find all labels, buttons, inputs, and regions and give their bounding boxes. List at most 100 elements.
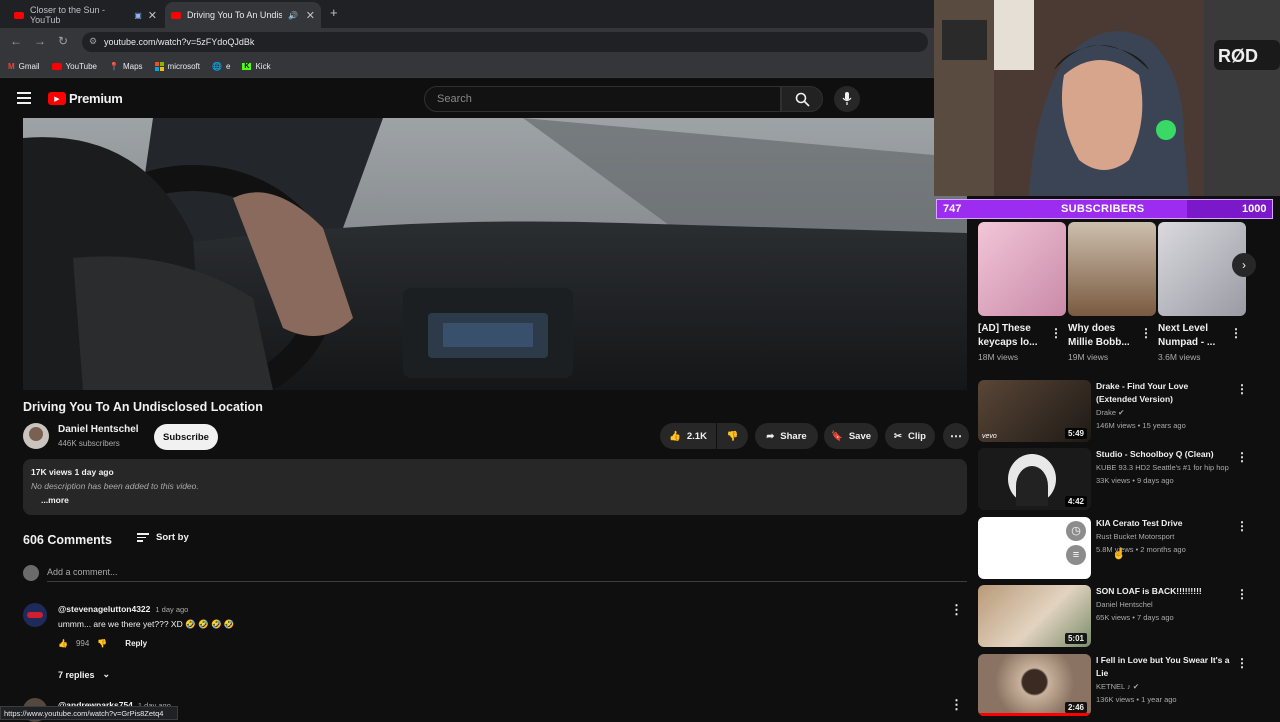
view-replies-button[interactable]: 7 replies ⌄ (58, 669, 110, 680)
video-duration: 5:49 (1064, 428, 1087, 439)
related-video[interactable]: 2:46 I Fell in Love but You Swear It's a… (978, 654, 1248, 716)
video-channel: Rust Bucket Motorsport (1096, 532, 1175, 541)
shorts-next-button[interactable]: › (1232, 253, 1256, 277)
watch-progress-bar (978, 713, 1091, 716)
comment-actions: 👍 994 👎 Reply (58, 639, 147, 648)
video-channel: KUBE 93.3 HD2 Seattle's #1 for hip hop (1096, 463, 1229, 472)
add-to-queue-icon[interactable]: ≡ (1066, 545, 1086, 565)
back-arrow-icon[interactable]: ← (10, 34, 22, 48)
bookmark-youtube[interactable]: YouTube (51, 62, 97, 71)
search-button[interactable] (781, 86, 823, 112)
bookmark-e[interactable]: 🌐 e (212, 62, 230, 71)
bookmark-gmail[interactable]: M Gmail (8, 62, 40, 71)
video-menu-icon[interactable]: ⋮ (1236, 519, 1248, 533)
youtube-play-logo-icon: ▶ (48, 92, 66, 105)
short-menu-icon[interactable]: ⋮ (1230, 326, 1242, 340)
new-tab-button[interactable]: + (330, 5, 338, 20)
related-video[interactable]: 5:01 SON LOAF is BACK!!!!!!!!! Daniel He… (978, 585, 1248, 647)
short-menu-icon[interactable]: ⋮ (1140, 326, 1152, 340)
hamburger-menu-icon[interactable] (17, 92, 31, 104)
forward-arrow-icon[interactable]: → (34, 34, 46, 48)
related-video[interactable]: vevo 5:49 Drake - Find Your Love (Extend… (978, 380, 1248, 442)
video-menu-icon[interactable]: ⋮ (1236, 382, 1248, 396)
video-player[interactable] (23, 118, 967, 390)
bookmark-kick[interactable]: K Kick (242, 62, 271, 71)
youtube-premium-logo[interactable]: ▶ Premium (48, 91, 123, 106)
tab-closer-to-the-sun[interactable]: Closer to the Sun - YouTub ▣ ✕ (8, 2, 163, 28)
video-duration: 4:42 (1064, 496, 1087, 507)
video-menu-icon[interactable]: ⋮ (1236, 587, 1248, 601)
comment-author[interactable]: @stevenagelutton4322 (58, 604, 150, 614)
bookmark-microsoft[interactable]: microsoft (154, 62, 200, 71)
bookmark-maps[interactable]: 📍 Maps (109, 62, 143, 71)
comment-dislike-icon[interactable]: 👎 (97, 639, 107, 648)
video-title: SON LOAF is BACK!!!!!!!!! (1096, 586, 1202, 596)
clip-button[interactable]: ✂ Clip (885, 423, 935, 449)
microsoft-logo-icon (154, 62, 164, 71)
video-info: I Fell in Love but You Swear It's a Lie … (1096, 654, 1231, 706)
close-tab-icon[interactable]: ✕ (148, 9, 157, 22)
tab-label: Driving You To An Undiscl (187, 10, 282, 20)
commenter-avatar[interactable] (23, 603, 47, 627)
tab-driving-you[interactable]: Driving You To An Undiscl 🔊 ✕ (165, 2, 321, 28)
video-meta: 65K views • 7 days ago (1096, 613, 1174, 622)
sort-comments-button[interactable]: Sort by (137, 532, 189, 543)
short-thumbnail (1068, 222, 1156, 316)
video-channel: KETNEL ♪ ✔ (1096, 682, 1140, 691)
show-more-link[interactable]: ...more (41, 495, 959, 505)
add-comment-input[interactable]: Add a comment... (47, 567, 967, 582)
short-title: Next Level Numpad - ... (1158, 323, 1216, 348)
maps-pin-icon: 📍 (109, 62, 119, 71)
watch-later-icon[interactable]: ◷ (1066, 521, 1086, 541)
search-input[interactable]: Search (424, 86, 781, 112)
audio-playing-icon: 🔊 (288, 10, 298, 20)
more-actions-button[interactable]: ⋯ (943, 423, 969, 449)
like-count: 2.1K (686, 430, 707, 442)
comment-time[interactable]: 1 day ago (155, 605, 188, 614)
save-button[interactable]: 🔖 Save (824, 423, 878, 449)
close-tab-icon[interactable]: ✕ (306, 9, 315, 22)
dislike-button[interactable]: 👎 (717, 423, 748, 449)
thumbs-up-icon: 👍 (669, 430, 681, 442)
reply-button[interactable]: Reply (125, 639, 147, 648)
vevo-watermark: vevo (982, 433, 997, 440)
channel-avatar[interactable] (23, 423, 49, 449)
channel-name[interactable]: Daniel Hentschel (58, 424, 139, 435)
video-title: Drake - Find Your Love (Extended Version… (1096, 381, 1189, 404)
subscriber-goal-label: SUBSCRIBERS (1061, 203, 1145, 215)
share-button[interactable]: ➦ Share (755, 423, 818, 449)
short-card[interactable]: Why does Millie Bobb... 19M views ⋮ (1068, 222, 1156, 362)
short-views: 18M views (978, 352, 1019, 362)
voice-search-button[interactable] (834, 86, 860, 112)
share-arrow-icon: ➦ (766, 430, 775, 442)
link-status-bar: https://www.youtube.com/watch?v=GrPis8Ze… (0, 706, 178, 720)
album-art-figure (1016, 466, 1048, 506)
description-box[interactable]: 17K views 1 day ago No description has b… (23, 459, 967, 515)
comment-like-icon[interactable]: 👍 (58, 639, 68, 648)
short-card[interactable]: Next Level Numpad - ... 3.6M views ⋮ (1158, 222, 1246, 362)
youtube-favicon-icon (171, 11, 181, 19)
url-bar[interactable]: ⚙ youtube.com/watch?v=5zFYdoQJdBk (82, 32, 928, 52)
site-info-icon[interactable]: ⚙ (89, 36, 97, 47)
reload-icon[interactable]: ↻ (58, 34, 68, 48)
related-video[interactable]: 4:42 Studio - Schoolboy Q (Clean) KUBE 9… (978, 448, 1248, 510)
thumbs-down-icon: 👎 (726, 430, 739, 442)
search-icon (795, 92, 810, 107)
globe-icon: 🌐 (211, 62, 222, 71)
scissors-icon: ✂ (894, 430, 902, 442)
video-title: I Fell in Love but You Swear It's a Lie (1096, 655, 1230, 678)
comment-menu-icon[interactable]: ⋮ (950, 602, 963, 618)
video-menu-icon[interactable]: ⋮ (1236, 656, 1248, 670)
short-menu-icon[interactable]: ⋮ (1050, 326, 1062, 340)
views-and-date: 17K views 1 day ago (31, 467, 114, 477)
related-video[interactable]: ◷ ≡ KIA Cerato Test Drive Rust Bucket Mo… (978, 517, 1248, 579)
subscriber-current: 747 (943, 203, 962, 215)
like-button[interactable]: 👍 2.1K (660, 423, 716, 449)
short-card[interactable]: [AD] These keycaps lo... 18M views ⋮ (978, 222, 1066, 362)
kick-logo-icon: K (242, 63, 252, 70)
video-menu-icon[interactable]: ⋮ (1236, 450, 1248, 464)
subscribe-button[interactable]: Subscribe (154, 424, 218, 450)
comment-menu-icon[interactable]: ⋮ (950, 697, 963, 713)
more-horizontal-icon: ⋯ (950, 429, 962, 443)
short-thumbnail (978, 222, 1066, 316)
